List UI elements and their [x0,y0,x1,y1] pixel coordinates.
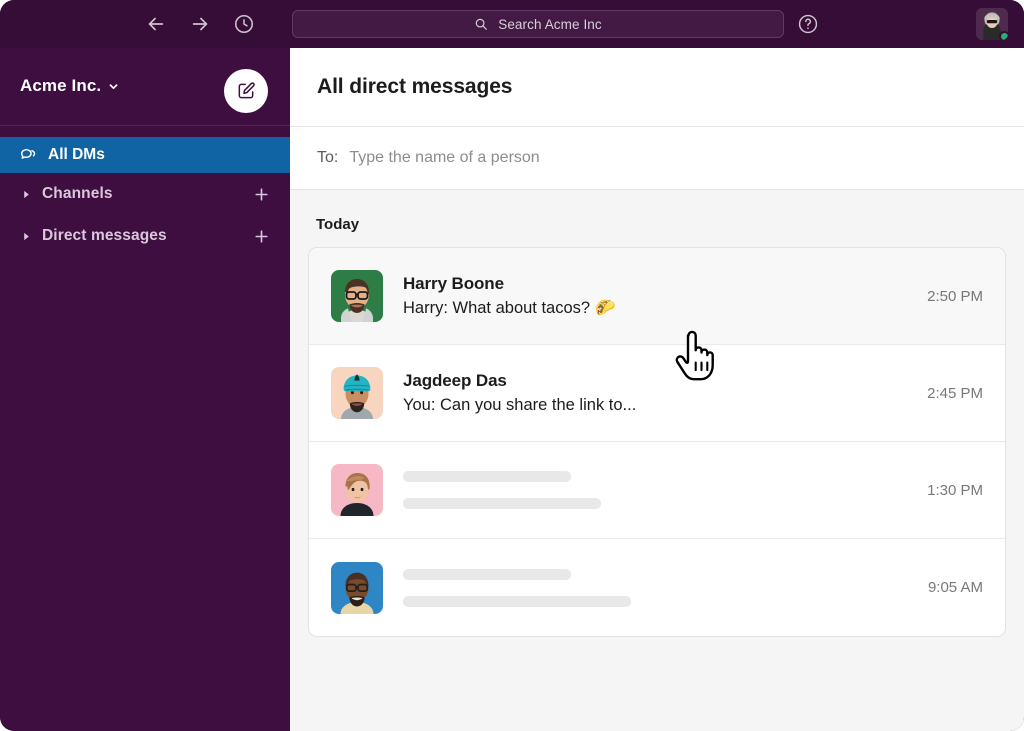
taco-emoji: 🌮 [595,299,616,318]
page-title: All direct messages [317,75,512,99]
avatar-image [331,562,383,614]
triangle-right-icon[interactable] [18,231,34,242]
new-message-button[interactable] [224,69,268,113]
workspace-header: Acme Inc. [0,48,290,126]
slack-window: Search Acme Inc Acm [0,0,1024,731]
sidebar-section-label: Channels [42,185,252,203]
list-item[interactable]: 1:30 PM [309,442,1005,539]
list-item-body [403,569,914,607]
date-divider: Today [316,216,1006,233]
avatar-image [331,464,383,516]
arrow-left-icon[interactable] [145,13,167,35]
dm-bubble-icon [18,146,38,164]
avatar[interactable] [976,8,1008,40]
avatar [331,464,383,516]
workspace-name: Acme Inc. [20,76,101,96]
add-channel-button[interactable] [252,185,270,203]
history-nav-group [145,0,255,48]
contact-name: Jagdeep Das [403,371,913,391]
conversation-list-area: Today [290,190,1024,637]
list-item-body: Jagdeep Das You: Can you share the link … [403,371,913,415]
avatar [331,270,383,322]
skeleton-line [403,569,571,580]
sidebar-section-channels[interactable]: Channels [0,173,290,215]
list-item[interactable]: Harry Boone Harry: What about tacos? 🌮 2… [309,248,1005,345]
sidebar-section-direct-messages[interactable]: Direct messages [0,215,290,257]
add-direct-message-button[interactable] [252,227,270,245]
timestamp: 1:30 PM [927,482,983,499]
search-text: Search Acme Inc [498,17,602,32]
sidebar: Acme Inc. [0,48,290,731]
clock-icon[interactable] [233,13,255,35]
skeleton-line [403,498,601,509]
timestamp: 2:45 PM [927,385,983,402]
avatar [331,562,383,614]
message-preview-text: Harry: What about tacos? [403,299,590,318]
compose-pencil-icon [236,81,256,101]
timestamp: 9:05 AM [928,579,983,596]
triangle-right-icon[interactable] [18,189,34,200]
chevron-down-icon [108,81,119,92]
recipient-input-placeholder: Type the name of a person [349,149,539,167]
list-item-body [403,471,913,509]
list-item[interactable]: 9:05 AM [309,539,1005,636]
message-preview-row: Harry: What about tacos? 🌮 [403,299,913,318]
message-preview-text: You: Can you share the link to... [403,396,636,415]
timestamp: 2:50 PM [927,288,983,305]
help-circle-icon[interactable] [797,13,819,35]
top-bar: Search Acme Inc [0,0,1024,48]
sidebar-item-label: All DMs [48,146,105,164]
skeleton-line [403,471,571,482]
presence-dot [999,31,1008,40]
message-preview-row: You: Can you share the link to... [403,396,913,415]
workspace-switcher[interactable]: Acme Inc. [20,76,119,96]
sidebar-section-label: Direct messages [42,227,252,245]
to-label: To: [317,149,338,167]
skeleton-line [403,596,631,607]
arrow-right-icon[interactable] [189,13,211,35]
avatar-image [331,367,383,419]
conversation-card: Harry Boone Harry: What about tacos? 🌮 2… [308,247,1006,637]
contact-name: Harry Boone [403,274,913,294]
avatar [331,367,383,419]
sidebar-nav: All DMs Channels Direct messages [0,126,290,257]
avatar-image [331,270,383,322]
sidebar-item-all-dms[interactable]: All DMs [0,137,290,173]
search-icon [474,17,488,31]
main-panel: All direct messages To: Type the name of… [290,48,1024,731]
list-item-body: Harry Boone Harry: What about tacos? 🌮 [403,274,913,318]
list-item[interactable]: Jagdeep Das You: Can you share the link … [309,345,1005,442]
recipient-field[interactable]: To: Type the name of a person [290,127,1024,190]
search-input[interactable]: Search Acme Inc [292,10,784,38]
main-header: All direct messages [290,48,1024,127]
